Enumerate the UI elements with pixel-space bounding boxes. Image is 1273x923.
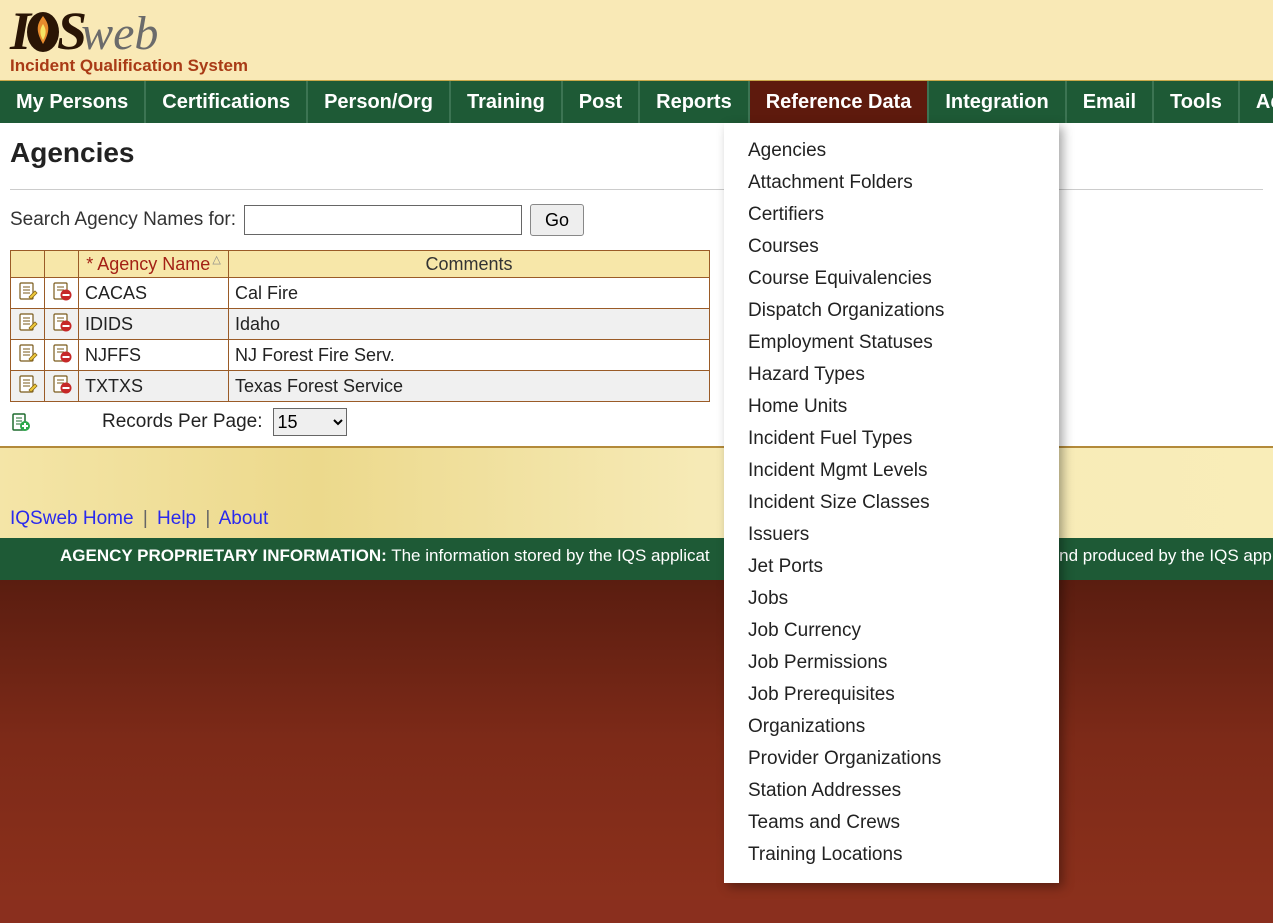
logo: I S web (10, 0, 1273, 58)
dropdown-item-station-addresses[interactable]: Station Addresses (724, 775, 1059, 807)
col-delete (45, 251, 79, 278)
lower-band: IQSweb Home | Help | About (0, 448, 1273, 538)
search-label: Search Agency Names for: (10, 209, 236, 231)
dropdown-item-job-prerequisites[interactable]: Job Prerequisites (724, 679, 1059, 711)
nav-item-tools[interactable]: Tools (1154, 81, 1240, 123)
divider (10, 189, 1263, 190)
delete-icon[interactable] (51, 311, 73, 333)
search-input[interactable] (244, 205, 522, 235)
table-header-row: Agency Name△ Comments (11, 251, 710, 278)
go-button[interactable]: Go (530, 204, 584, 236)
records-per-page-label: Records Per Page: (102, 411, 263, 433)
table-row: CACASCal Fire (11, 278, 710, 309)
nav-item-certifications[interactable]: Certifications (146, 81, 308, 123)
delete-icon[interactable] (51, 342, 73, 364)
dropdown-item-courses[interactable]: Courses (724, 231, 1059, 263)
dropdown-item-agencies[interactable]: Agencies (724, 135, 1059, 167)
nav-item-person-org[interactable]: Person/Org (308, 81, 451, 123)
cell-agency-name: NJFFS (79, 340, 229, 371)
dropdown-item-organizations[interactable]: Organizations (724, 711, 1059, 743)
col-agency-name[interactable]: Agency Name△ (79, 251, 229, 278)
cell-comments: NJ Forest Fire Serv. (229, 340, 710, 371)
link-home[interactable]: IQSweb Home (10, 508, 134, 529)
dropdown-item-employment-statuses[interactable]: Employment Statuses (724, 327, 1059, 359)
table-row: NJFFSNJ Forest Fire Serv. (11, 340, 710, 371)
flame-icon (25, 9, 61, 53)
proprietary-text-left: The information stored by the IQS applic… (387, 546, 710, 565)
nav-item-reports[interactable]: Reports (640, 81, 750, 123)
dropdown-item-incident-mgmt-levels[interactable]: Incident Mgmt Levels (724, 455, 1059, 487)
background-fill (0, 580, 1273, 900)
header-band: I S web Incident Qualification System (0, 0, 1273, 81)
sort-asc-icon: △ (212, 254, 220, 266)
records-per-page-select[interactable]: 15 (273, 408, 347, 436)
dropdown-item-job-permissions[interactable]: Job Permissions (724, 647, 1059, 679)
edit-icon[interactable] (17, 373, 39, 395)
col-comments[interactable]: Comments (229, 251, 710, 278)
cell-agency-name: IDIDS (79, 309, 229, 340)
nav-item-my-persons[interactable]: My Persons (0, 81, 146, 123)
reference-data-dropdown: AgenciesAttachment FoldersCertifiersCour… (724, 123, 1059, 883)
nav-item-integration[interactable]: Integration (929, 81, 1066, 123)
dropdown-item-jet-ports[interactable]: Jet Ports (724, 551, 1059, 583)
edit-icon[interactable] (17, 311, 39, 333)
dropdown-item-incident-size-classes[interactable]: Incident Size Classes (724, 487, 1059, 519)
delete-icon[interactable] (51, 280, 73, 302)
dropdown-item-training-locations[interactable]: Training Locations (724, 839, 1059, 871)
dropdown-item-home-units[interactable]: Home Units (724, 391, 1059, 423)
dropdown-item-attachment-folders[interactable]: Attachment Folders (724, 167, 1059, 199)
nav-item-post[interactable]: Post (563, 81, 640, 123)
page-title: Agencies (10, 137, 1263, 169)
col-edit (11, 251, 45, 278)
nav-item-reference-data[interactable]: Reference Data (750, 81, 930, 123)
dropdown-item-issuers[interactable]: Issuers (724, 519, 1059, 551)
edit-icon[interactable] (17, 342, 39, 364)
edit-icon[interactable] (17, 280, 39, 302)
cell-comments: Texas Forest Service (229, 371, 710, 402)
nav-item-admi[interactable]: Admi (1240, 81, 1273, 123)
dropdown-item-certifiers[interactable]: Certifiers (724, 199, 1059, 231)
cell-agency-name: CACAS (79, 278, 229, 309)
dropdown-item-jobs[interactable]: Jobs (724, 583, 1059, 615)
agencies-table: Agency Name△ Comments CACASCal FireIDIDS… (10, 250, 710, 402)
link-about[interactable]: About (219, 508, 269, 529)
table-footer: Records Per Page: 15 (10, 408, 1263, 436)
logo-iqs-text: I S (10, 4, 85, 58)
add-row-icon[interactable] (10, 411, 32, 433)
dropdown-item-teams-and-crews[interactable]: Teams and Crews (724, 807, 1059, 839)
proprietary-bold: AGENCY PROPRIETARY INFORMATION: (60, 546, 387, 565)
table-row: IDIDSIdaho (11, 309, 710, 340)
footer-links: IQSweb Home | Help | About (10, 508, 1263, 530)
dropdown-item-hazard-types[interactable]: Hazard Types (724, 359, 1059, 391)
table-row: TXTXSTexas Forest Service (11, 371, 710, 402)
dropdown-item-job-currency[interactable]: Job Currency (724, 615, 1059, 647)
proprietary-text-right: nd produced by the IQS app (1059, 546, 1272, 565)
search-row: Search Agency Names for: Go (10, 204, 1263, 236)
dropdown-item-incident-fuel-types[interactable]: Incident Fuel Types (724, 423, 1059, 455)
logo-web-text: web (81, 10, 158, 58)
link-help[interactable]: Help (157, 508, 196, 529)
proprietary-notice: AGENCY PROPRIETARY INFORMATION: The info… (0, 538, 1273, 580)
cell-agency-name: TXTXS (79, 371, 229, 402)
delete-icon[interactable] (51, 373, 73, 395)
content-area: Agencies Search Agency Names for: Go Age… (0, 123, 1273, 448)
dropdown-item-provider-organizations[interactable]: Provider Organizations (724, 743, 1059, 775)
dropdown-item-course-equivalencies[interactable]: Course Equivalencies (724, 263, 1059, 295)
main-navbar: My PersonsCertificationsPerson/OrgTraini… (0, 81, 1273, 123)
nav-item-email[interactable]: Email (1067, 81, 1154, 123)
cell-comments: Idaho (229, 309, 710, 340)
dropdown-item-dispatch-organizations[interactable]: Dispatch Organizations (724, 295, 1059, 327)
logo-subtitle: Incident Qualification System (10, 56, 1273, 76)
cell-comments: Cal Fire (229, 278, 710, 309)
nav-item-training[interactable]: Training (451, 81, 563, 123)
